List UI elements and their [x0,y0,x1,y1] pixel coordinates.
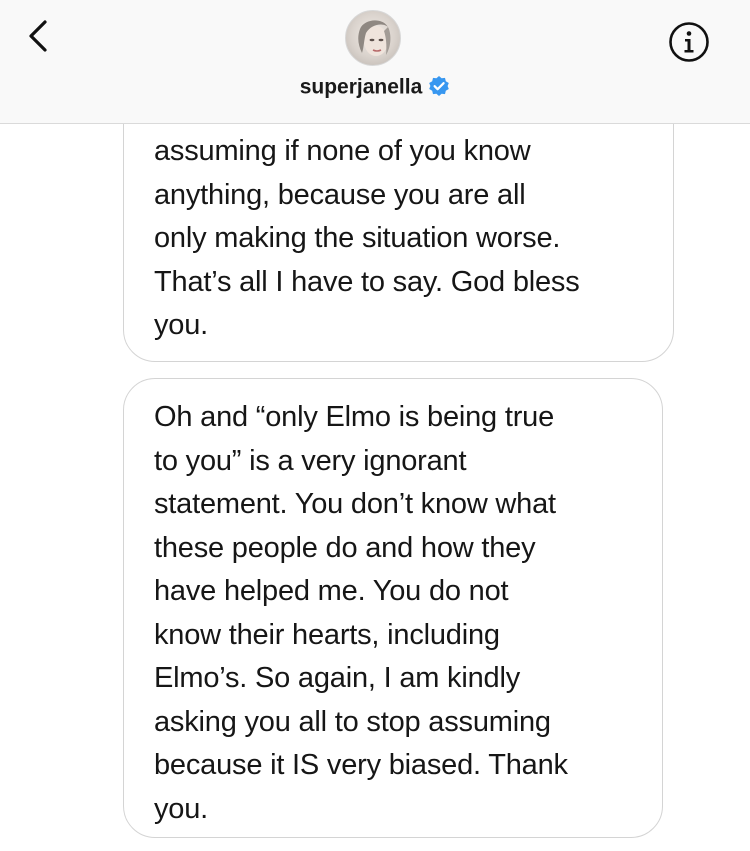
message-line: only making the situation worse. [154,222,561,254]
message-line: you. [154,309,209,341]
message-line: have helped me. You do not [154,575,509,607]
info-icon [669,22,709,62]
message-line: That’s all I have to say. God bless [154,265,580,298]
message-bubble[interactable]: Oh and “only Elmo is being true to you” … [123,378,663,838]
message-line: these people do and how they [154,531,536,564]
message-line: anything, because you are all [154,178,526,211]
message-line: statement. You don’t know what [154,488,556,520]
username: superjanella [299,75,423,99]
info-button[interactable] [668,21,710,63]
chevron-left-icon [29,20,47,52]
message-line: you. [154,792,209,825]
message-line: assuming if none of you know [154,135,531,167]
chat-header: superjanella [0,0,750,124]
username-row[interactable]: superjanella [0,74,750,100]
back-button[interactable] [18,14,62,58]
message-line: know their hearts, including [154,618,500,651]
avatar[interactable] [345,10,401,66]
message-line: Elmo’s. So again, I am kindly [154,662,521,694]
avatar-image [358,20,391,56]
message-thread: assuming if none of you know anything, b… [0,0,750,851]
message-line: to you” is a very ignorant [154,444,467,477]
message-line: asking you all to stop assuming [154,705,551,738]
message-line: Oh and “only Elmo is being true [154,401,555,433]
verified-badge-icon [428,75,450,97]
message-line: because it IS very biased. Thank [154,749,568,781]
